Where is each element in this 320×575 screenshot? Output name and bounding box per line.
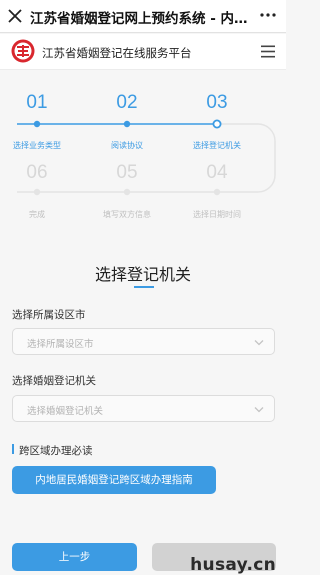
step-number-2: 02 xyxy=(116,92,138,113)
step-dot-6 xyxy=(33,188,41,196)
step-label-6: 完成 xyxy=(29,210,45,219)
step-label-4: 选择日期时间 xyxy=(193,210,241,219)
city-field-label: 选择所属设区市 xyxy=(12,309,86,321)
step-dot-4 xyxy=(213,188,221,196)
office-select-placeholder: 选择婚姻登记机关 xyxy=(27,406,104,417)
office-select[interactable]: 选择婚姻登记机关 xyxy=(12,395,275,422)
previous-step-button[interactable]: 上一步 xyxy=(12,543,137,571)
city-select[interactable]: 选择所属设区市 xyxy=(12,328,275,355)
hamburger-menu-icon[interactable] xyxy=(261,45,275,58)
step-number-4: 04 xyxy=(206,162,228,183)
city-select-placeholder: 选择所属设区市 xyxy=(27,339,94,350)
step-dot-5 xyxy=(123,188,131,196)
step-dot-2 xyxy=(123,120,131,128)
browser-title-bar: 江苏省婚姻登记网上预约系统 - 内地居… xyxy=(0,0,286,33)
app-title: 江苏省婚姻登记在线服务平台 xyxy=(42,46,192,60)
step-number-5: 05 xyxy=(116,162,138,183)
notice-accent-bar xyxy=(12,444,14,454)
notice-title: 跨区域办理必读 xyxy=(19,445,93,457)
double-happiness-logo xyxy=(11,39,35,63)
chevron-down-icon xyxy=(254,407,264,413)
step-dot-3 xyxy=(212,119,222,129)
step-number-3: 03 xyxy=(206,92,228,113)
close-icon[interactable] xyxy=(6,7,24,25)
section-title: 选择登记机关 xyxy=(94,265,191,284)
step-dot-1 xyxy=(33,120,41,128)
browser-title: 江苏省婚姻登记网上预约系统 - 内地居… xyxy=(30,11,252,27)
site-watermark: husay.cn xyxy=(190,555,276,575)
chevron-down-icon xyxy=(254,340,264,346)
main-content: 01 02 03 选择业务类型 阅读协议 选择登记机关 04 05 06 选择日… xyxy=(0,71,286,575)
step-label-2: 阅读协议 xyxy=(111,141,143,150)
app-header: 江苏省婚姻登记在线服务平台 xyxy=(0,34,286,70)
step-label-3: 选择登记机关 xyxy=(193,141,241,150)
step-number-1: 01 xyxy=(26,92,48,113)
more-dots-icon[interactable] xyxy=(260,11,276,19)
cross-region-guide-button[interactable]: 内地居民婚姻登记跨区域办理指南 xyxy=(12,466,216,494)
office-field-label: 选择婚姻登记机关 xyxy=(12,375,96,387)
step-number-6: 06 xyxy=(26,162,48,183)
step-label-1: 选择业务类型 xyxy=(13,141,61,150)
step-label-5: 填写双方信息 xyxy=(103,210,151,219)
title-underline xyxy=(134,286,154,288)
